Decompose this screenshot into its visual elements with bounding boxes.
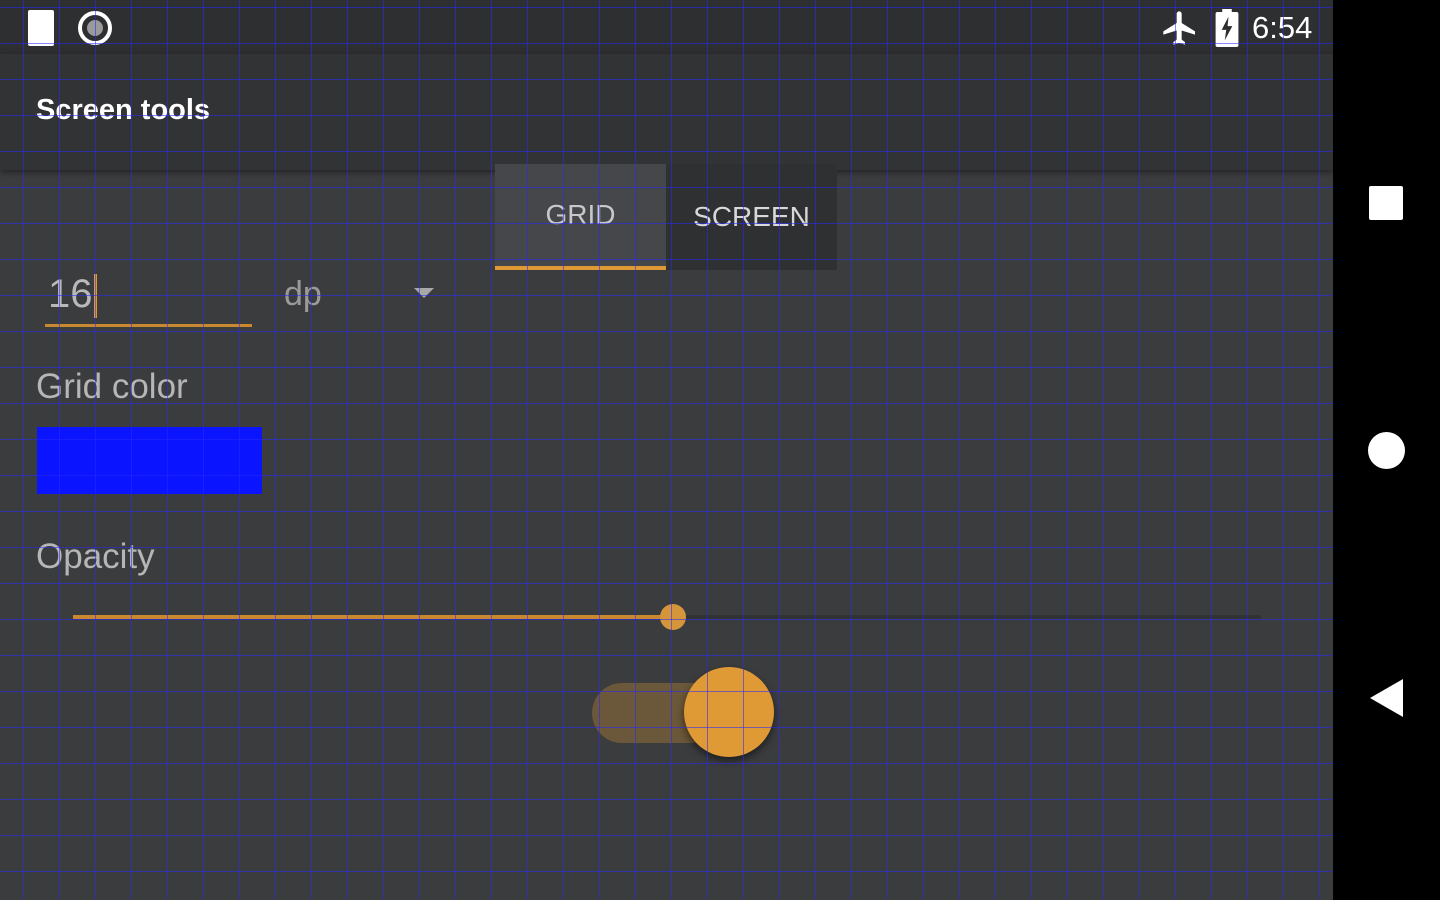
grid-color-swatch[interactable] xyxy=(37,427,262,494)
home-button[interactable] xyxy=(1333,400,1440,500)
tab-screen[interactable]: SCREEN xyxy=(666,164,837,270)
screen-record-icon xyxy=(78,11,112,45)
clock: 6:54 xyxy=(1252,10,1313,45)
back-button[interactable] xyxy=(1333,648,1440,748)
sim-card-icon xyxy=(28,10,54,46)
app-screen: 6:54 Screen tools GRID SCREEN 16 dp Grid… xyxy=(0,0,1333,900)
dropdown-arrow-icon xyxy=(414,288,434,298)
app-bar: Screen tools xyxy=(0,54,1333,170)
app-title: Screen tools xyxy=(36,94,211,126)
opacity-label: Opacity xyxy=(36,537,155,576)
unit-dropdown[interactable]: dp xyxy=(284,270,440,318)
status-bar: 6:54 xyxy=(0,0,1333,54)
grid-color-label: Grid color xyxy=(36,367,188,406)
opacity-slider[interactable] xyxy=(73,604,1261,630)
grid-toggle-switch[interactable] xyxy=(592,667,776,759)
tab-grid[interactable]: GRID xyxy=(495,164,666,270)
recents-button[interactable] xyxy=(1333,154,1440,254)
navigation-bar xyxy=(1333,0,1440,900)
airplane-mode-icon xyxy=(1163,11,1195,45)
battery-charging-icon xyxy=(1215,9,1239,47)
grid-settings-panel: GRID SCREEN 16 dp Grid color Opacity xyxy=(0,164,1333,900)
grid-size-input[interactable]: 16 xyxy=(45,266,252,327)
unit-value: dp xyxy=(284,275,322,313)
grid-size-value: 16 xyxy=(48,270,97,319)
text-cursor xyxy=(93,274,97,319)
toggle-knob xyxy=(684,667,774,757)
tab-bar: GRID SCREEN xyxy=(495,164,837,270)
back-icon xyxy=(1370,679,1403,717)
recents-icon xyxy=(1369,186,1403,220)
opacity-slider-thumb[interactable] xyxy=(660,604,686,630)
home-icon xyxy=(1368,432,1405,469)
opacity-slider-fill xyxy=(73,615,673,619)
